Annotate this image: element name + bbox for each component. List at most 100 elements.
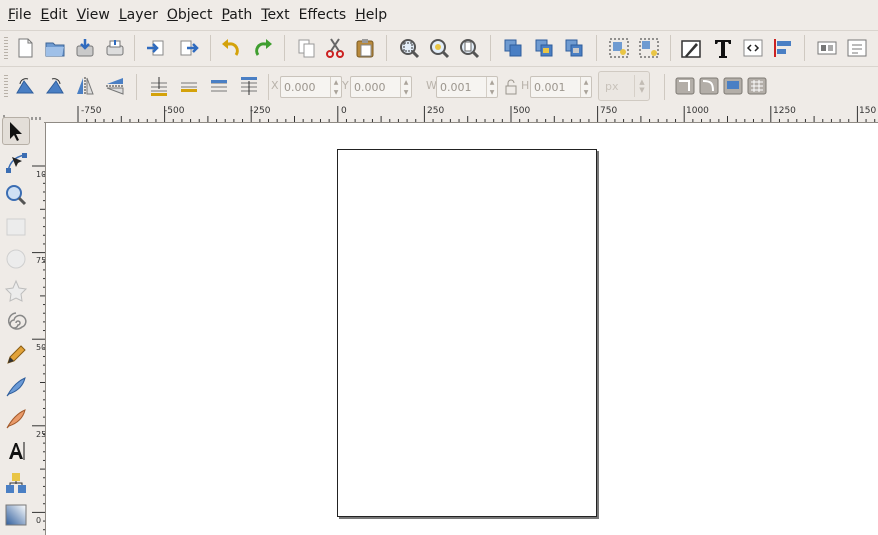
zoom-drawing-icon[interactable]: [426, 35, 452, 61]
lower-icon[interactable]: [176, 73, 202, 99]
width-input[interactable]: 0.001 ▲ ▼: [436, 76, 498, 98]
vertical-ruler[interactable]: 1000 750 500 250 0: [31, 123, 46, 535]
separator: [268, 74, 269, 100]
menu-bar: File Edit View Layer Object Path Text Ef…: [0, 0, 878, 30]
document-properties-icon[interactable]: [814, 35, 840, 61]
pen-tool[interactable]: [2, 373, 30, 401]
menu-view[interactable]: View: [77, 7, 110, 23]
paste-icon[interactable]: [352, 35, 378, 61]
ruler-label: 0: [341, 106, 347, 116]
separator: [284, 35, 285, 61]
menu-text[interactable]: Text: [261, 7, 289, 23]
ruler-label: 1000: [36, 170, 46, 179]
separator: [136, 74, 137, 100]
gradient-tool[interactable]: [2, 501, 30, 529]
y-value: 0.000: [354, 80, 386, 94]
menu-effects[interactable]: Effects: [299, 7, 347, 23]
menu-path[interactable]: Path: [221, 7, 252, 23]
drawing-canvas[interactable]: [46, 123, 878, 535]
ruler-label: 1000: [686, 106, 709, 116]
separator: [490, 35, 491, 61]
menu-layer[interactable]: Layer: [119, 7, 158, 23]
unit-value: px: [605, 79, 619, 93]
lower-to-bottom-icon[interactable]: [146, 73, 172, 99]
y-input[interactable]: 0.000 ▲ ▼: [350, 76, 412, 98]
zoom-page-icon[interactable]: [456, 35, 482, 61]
ruler-label: 150: [859, 106, 877, 116]
commands-toolbar: [0, 30, 878, 66]
ruler-label: 750: [600, 106, 618, 116]
scale-stroke-icon[interactable]: [672, 73, 698, 99]
rotate-cw-icon[interactable]: [42, 73, 68, 99]
ruler-label: -750: [81, 106, 102, 116]
separator: [804, 35, 805, 61]
print-icon[interactable]: [102, 35, 128, 61]
y-spin-arrows[interactable]: ▲ ▼: [400, 77, 411, 97]
ruler-label: 750: [36, 256, 46, 265]
group-icon[interactable]: [606, 35, 632, 61]
new-document-icon[interactable]: [12, 35, 38, 61]
rotate-ccw-icon[interactable]: [12, 73, 38, 99]
rectangle-tool[interactable]: [2, 213, 30, 241]
x-label: X: [271, 79, 279, 92]
toolbar-grip[interactable]: [4, 75, 8, 97]
separator: [386, 35, 387, 61]
menu-file[interactable]: File: [8, 7, 31, 23]
cut-icon[interactable]: [322, 35, 348, 61]
connector-tool[interactable]: [2, 469, 30, 497]
raise-icon[interactable]: [206, 73, 232, 99]
toolbar-grip[interactable]: [4, 37, 8, 59]
ungroup-icon[interactable]: [636, 35, 662, 61]
preferences-icon[interactable]: [844, 35, 870, 61]
fill-stroke-icon[interactable]: [678, 35, 704, 61]
unlink-clone-icon[interactable]: [561, 35, 587, 61]
export-icon[interactable]: [176, 35, 202, 61]
text-font-icon[interactable]: [710, 35, 736, 61]
selector-tool[interactable]: [2, 117, 30, 145]
menu-edit[interactable]: Edit: [40, 7, 67, 23]
unit-select[interactable]: px ▲ ▼: [598, 71, 650, 101]
w-spin-arrows[interactable]: ▲ ▼: [486, 77, 497, 97]
flip-horizontal-icon[interactable]: [72, 73, 98, 99]
save-icon[interactable]: [72, 35, 98, 61]
spiral-tool[interactable]: [2, 309, 30, 337]
raise-to-top-icon[interactable]: [236, 73, 262, 99]
flip-vertical-icon[interactable]: [102, 73, 128, 99]
h-spin-arrows[interactable]: ▲ ▼: [580, 77, 591, 97]
duplicate-icon[interactable]: [500, 35, 526, 61]
x-input[interactable]: 0.000 ▲ ▼: [280, 76, 342, 98]
redo-icon[interactable]: [250, 35, 276, 61]
horizontal-ruler[interactable]: -750 -500 -250 0 250 500 750 1000 1250 1…: [44, 106, 878, 123]
ruler-label: 1250: [773, 106, 796, 116]
ellipse-tool[interactable]: [2, 245, 30, 273]
move-patterns-icon[interactable]: [744, 73, 770, 99]
pencil-tool[interactable]: [2, 341, 30, 369]
text-tool[interactable]: [2, 437, 30, 465]
zoom-selection-icon[interactable]: [396, 35, 422, 61]
copy-icon[interactable]: [294, 35, 320, 61]
move-gradients-icon[interactable]: [720, 73, 746, 99]
calligraphy-tool[interactable]: [2, 405, 30, 433]
separator: [134, 35, 135, 61]
align-distribute-icon[interactable]: [770, 35, 796, 61]
undo-icon[interactable]: [218, 35, 244, 61]
x-spin-arrows[interactable]: ▲ ▼: [330, 77, 341, 97]
xml-editor-icon[interactable]: [740, 35, 766, 61]
h-label: H: [521, 79, 530, 92]
separator: [596, 35, 597, 61]
clone-icon[interactable]: [531, 35, 557, 61]
open-icon[interactable]: [42, 35, 68, 61]
height-input[interactable]: 0.001 ▲ ▼: [530, 76, 592, 98]
scale-corners-icon[interactable]: [696, 73, 722, 99]
menu-help[interactable]: Help: [355, 7, 387, 23]
menu-object[interactable]: Object: [167, 7, 213, 23]
w-value: 0.001: [440, 80, 472, 94]
import-icon[interactable]: [142, 35, 168, 61]
zoom-tool[interactable]: [2, 181, 30, 209]
separator: [670, 35, 671, 61]
h-value: 0.001: [534, 80, 566, 94]
node-tool[interactable]: [2, 149, 30, 177]
star-tool[interactable]: [2, 277, 30, 305]
y-label: Y: [342, 79, 349, 92]
page-border: [337, 149, 597, 517]
